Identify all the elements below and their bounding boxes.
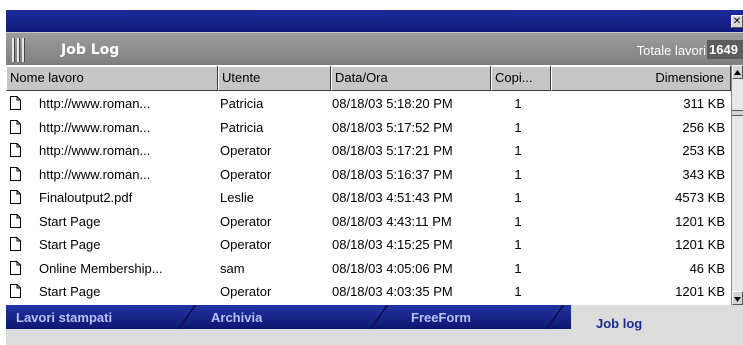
document-icon [10,213,21,228]
cell-user: Leslie [220,190,254,205]
tab-freeform[interactable]: FreeForm [411,308,471,329]
document-icon [10,166,21,181]
table-row[interactable]: http://www.roman... Operator 08/18/03 5:16… [6,164,731,186]
arrow-up-icon [734,70,741,75]
cell-user: Patricia [220,119,264,135]
column-header-date-time[interactable]: Data/Ora [331,65,491,91]
cell-size: 4573 KB [675,190,725,205]
cell-job-name: Finaloutput2.pdf [39,190,133,205]
table-row[interactable]: Start Page Operator 08/18/03 4:03:35 PM 1 12… [6,281,731,303]
table-row[interactable]: Finaloutput2.pdf Leslie 08/18/03 4:51:43 P… [6,187,731,209]
cell-job-name: http://www.roman... [39,96,151,111]
cell-copies: 1 [514,96,522,111]
document-icon [10,96,21,110]
panel-header: Job Log Totale lavori 1649 [6,32,743,65]
document-icon [10,237,21,251]
cell-user: Operator [220,143,272,158]
table-row[interactable]: Start Page Operator 08/18/03 4:15:25 PM 1 12… [6,234,731,256]
column-header-size[interactable]: Dimensione [551,65,731,91]
tab-job-log[interactable]: Job log [571,305,743,345]
job-log-window: ✕ Job Log Totale lavori 1649 Nome lavoro… [0,0,743,345]
cell-user: Patricia [220,96,264,111]
cell-size: 311 KB [683,96,725,111]
cell-job-name: Start Page [39,284,101,299]
cell-copies: 1 [514,166,522,182]
table-row[interactable]: Online Membership... sam 08/18/03 4:05:06 … [6,258,731,280]
cell-job-name: http://www.roman... [39,166,151,182]
column-header-job-name[interactable]: Nome lavoro [6,65,218,91]
cell-copies: 1 [514,190,522,205]
cell-size: 1201 KB [675,284,725,299]
cell-job-name: Online Membership... [39,260,163,276]
cell-copies: 1 [514,213,522,229]
window-title-bar: ✕ [6,10,743,32]
document-icon [10,284,21,298]
total-jobs-label: Totale lavori [636,43,706,58]
cell-size: 1201 KB [675,213,725,229]
cell-date-time: 08/18/03 4:15:25 PM [332,237,453,252]
cell-copies: 1 [514,119,522,135]
cell-date-time: 08/18/03 4:51:43 PM [332,190,453,205]
cell-date-time: 08/18/03 5:17:52 PM [332,119,453,135]
cell-size: 1201 KB [675,237,725,252]
cell-date-time: 08/18/03 5:18:20 PM [332,96,453,111]
cell-copies: 1 [514,284,522,299]
document-icon [10,143,21,157]
cell-date-time: 08/18/03 5:16:37 PM [332,166,453,182]
cell-job-name: Start Page [39,213,101,229]
cell-date-time: 08/18/03 4:05:06 PM [332,260,453,276]
scroll-up-button[interactable] [732,65,743,79]
panel-title: Job Log [61,42,120,58]
scroll-thumb[interactable] [732,110,743,116]
close-button[interactable]: ✕ [731,15,743,28]
column-header-row: Nome lavoro Utente Data/Ora Copi... Dime… [6,65,731,91]
table-row[interactable]: http://www.roman... Patricia 08/18/03 5:17… [6,117,731,139]
table-row[interactable]: Start Page Operator 08/18/03 4:43:11 PM 1 12… [6,211,731,233]
cell-copies: 1 [514,260,522,276]
cell-user: Operator [220,166,272,182]
scroll-down-button[interactable] [732,291,743,305]
cell-user: Operator [220,237,272,252]
document-icon [10,260,21,275]
cell-job-name: http://www.roman... [39,143,151,158]
cell-user: Operator [220,284,272,299]
cell-user: Operator [220,213,272,229]
tab-bar: Lavori stampati Archivia FreeForm Job lo… [6,305,743,345]
table-row[interactable]: http://www.roman... Operator 08/18/03 5:17… [6,140,731,162]
cell-size: 46 KB [689,260,725,276]
cell-copies: 1 [514,143,522,158]
document-icon [10,190,21,204]
vertical-scrollbar[interactable] [731,65,743,305]
total-jobs-value: 1649 [707,40,743,59]
close-icon: ✕ [732,16,742,27]
cell-job-name: http://www.roman... [39,119,151,135]
cell-size: 256 KB [682,119,725,135]
cell-copies: 1 [514,237,522,252]
tab-archivia[interactable]: Archivia [211,308,262,329]
document-icon [10,119,21,134]
cell-job-name: Start Page [39,237,101,252]
cell-date-time: 08/18/03 5:17:21 PM [332,143,453,158]
tab-lavori-stampati[interactable]: Lavori stampati [16,308,112,329]
cell-date-time: 08/18/03 4:43:11 PM [332,213,452,229]
table-row[interactable]: http://www.roman... Patricia 08/18/03 5:18… [6,93,731,115]
arrow-down-icon [734,297,741,302]
cell-size: 343 KB [682,166,725,182]
cell-size: 253 KB [682,143,725,158]
cell-user: sam [220,260,245,276]
column-header-user[interactable]: Utente [218,65,331,91]
job-table: http://www.roman... Patricia 08/18/03 5:18… [6,91,731,305]
drag-grip-icon[interactable] [12,38,26,62]
column-header-copies[interactable]: Copi... [491,65,551,91]
cell-date-time: 08/18/03 4:03:35 PM [332,284,453,299]
